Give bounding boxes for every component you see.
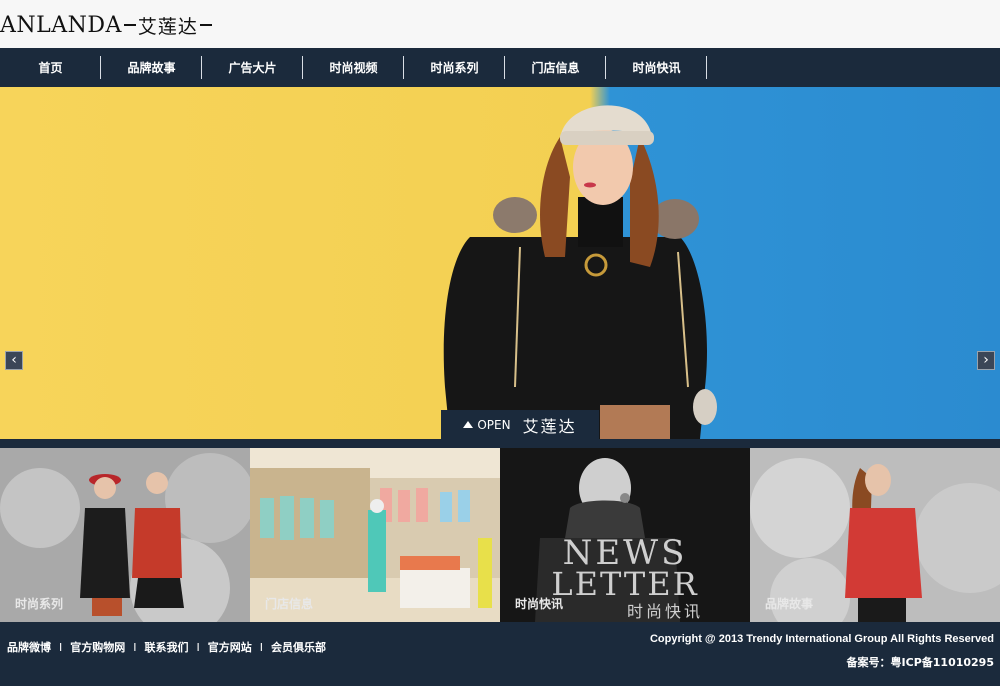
nav-item-fashion-video[interactable]: 时尚视频	[303, 48, 404, 87]
tile-label: 门店信息	[265, 597, 314, 611]
logo-dash-left	[123, 24, 136, 26]
hero-model-image	[443, 105, 717, 439]
section-divider	[0, 439, 1000, 448]
chevron-right-icon: ›	[983, 352, 989, 368]
icp-record-text: 备案号：粤ICP备11010295	[846, 656, 994, 669]
tile-fashion-news[interactable]: NEWS LETTER 时尚快讯 时尚快讯	[500, 448, 750, 622]
tile-label: 时尚快讯	[515, 597, 564, 611]
tile-label: 品牌故事	[765, 597, 814, 611]
nav-item-brand-story[interactable]: 品牌故事	[101, 48, 202, 87]
open-brand-tab[interactable]: OPEN 艾莲达	[441, 410, 599, 439]
slider-next-button[interactable]: ›	[977, 351, 995, 370]
footer-separator: I	[133, 640, 137, 654]
footer-link-weibo[interactable]: 品牌微博	[7, 639, 51, 655]
feature-tiles: 时尚系列 门店信息 NEWS LETTER 时尚快讯 时尚快讯 品牌故事	[0, 448, 1000, 622]
chevron-left-icon: ‹	[11, 352, 17, 368]
brand-logo[interactable]: ANLANDA 艾莲达	[0, 11, 214, 39]
nav-item-ad-campaign[interactable]: 广告大片	[202, 48, 303, 87]
slider-prev-button[interactable]: ‹	[5, 351, 23, 370]
nav-item-fashion-news[interactable]: 时尚快讯	[606, 48, 707, 87]
newsletter-letter-text: LETTER	[551, 565, 698, 603]
open-label: OPEN	[477, 417, 511, 432]
footer-link-contact[interactable]: 联系我们	[145, 639, 189, 655]
footer: 品牌微博 I 官方购物网 I 联系我们 I 官方网站 I 会员俱乐部 Copyr…	[0, 622, 1000, 686]
footer-link-member-club[interactable]: 会员俱乐部	[271, 639, 326, 655]
footer-separator: I	[259, 640, 263, 654]
tile-brand-story[interactable]: 品牌故事	[750, 448, 1000, 622]
newsletter-cn-text: 时尚快讯	[627, 602, 703, 621]
logo-latin-text: ANLANDA	[0, 12, 122, 38]
footer-links: 品牌微博 I 官方购物网 I 联系我们 I 官方网站 I 会员俱乐部	[7, 639, 326, 655]
footer-separator: I	[59, 640, 63, 654]
hero-banner[interactable]: ‹ › OPEN 艾莲达	[0, 87, 1000, 439]
nav-item-home[interactable]: 首页	[0, 48, 101, 87]
logo-dash-right	[199, 24, 212, 26]
nav-item-store-info[interactable]: 门店信息	[505, 48, 606, 87]
logo-chinese-text: 艾莲达	[137, 15, 198, 38]
footer-link-shop[interactable]: 官方购物网	[70, 639, 125, 655]
copyright-text: Copyright @ 2013 Trendy International Gr…	[649, 633, 994, 645]
tile-fashion-series[interactable]: 时尚系列	[0, 448, 250, 622]
main-nav: 首页 品牌故事 广告大片 时尚视频 时尚系列 门店信息 时尚快讯	[0, 48, 1000, 87]
header: ANLANDA 艾莲达	[0, 0, 1000, 48]
tile-store-info[interactable]: 门店信息	[250, 448, 500, 622]
tile-label: 时尚系列	[15, 597, 64, 611]
open-brand-text: 艾莲达	[522, 416, 577, 436]
nav-item-fashion-series[interactable]: 时尚系列	[404, 48, 505, 87]
footer-separator: I	[196, 640, 200, 654]
footer-link-official-site[interactable]: 官方网站	[208, 639, 252, 655]
triangle-up-icon	[463, 421, 474, 428]
